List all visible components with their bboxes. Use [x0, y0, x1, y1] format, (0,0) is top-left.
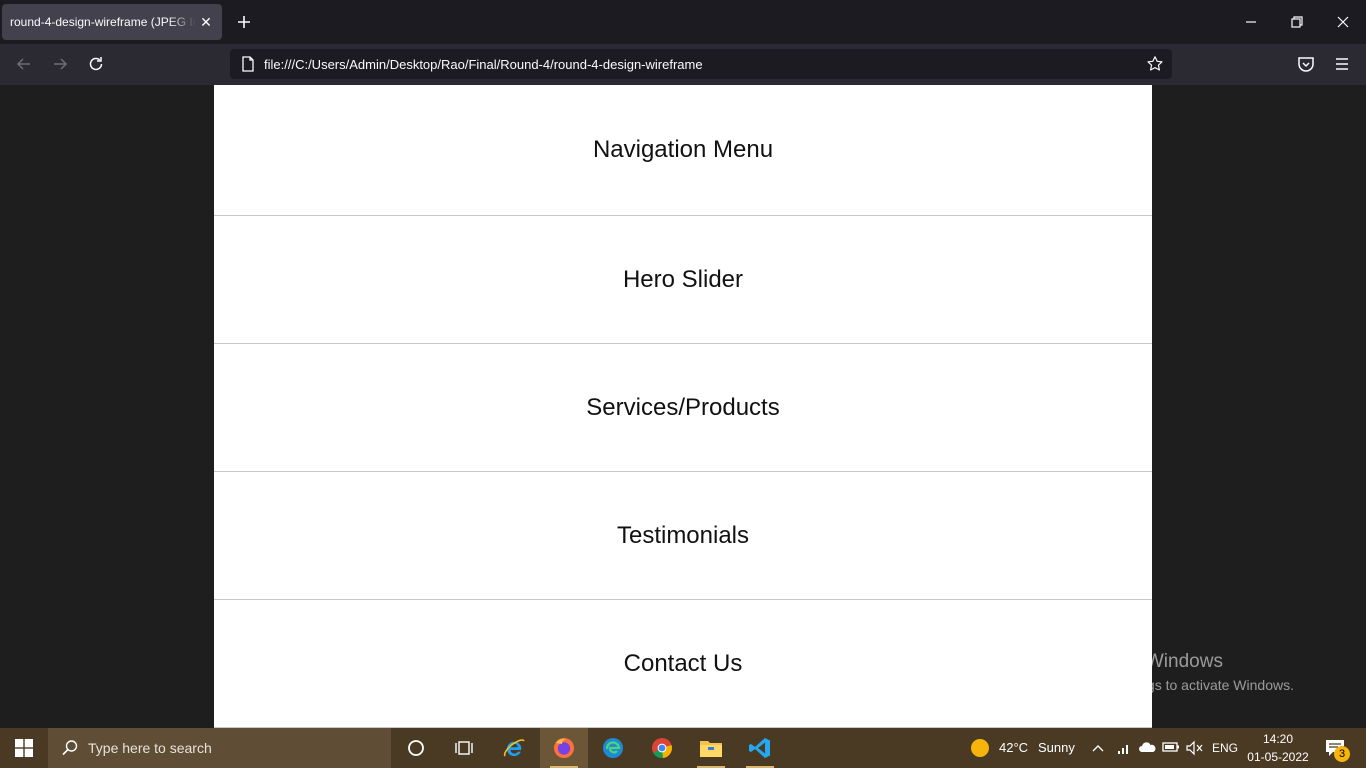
tab-title: round-4-design-wireframe (JPEG Image	[10, 15, 196, 29]
weather-temp: 42°C	[999, 740, 1029, 755]
taskbar-search-box[interactable]: Type here to search	[48, 728, 391, 768]
taskbar: Type here to search 42°C Sunny ENG 14:20…	[0, 728, 1366, 768]
wireframe-section-navigation: Navigation Menu	[214, 85, 1152, 216]
chrome-button[interactable]	[638, 728, 686, 768]
edge-button[interactable]	[589, 728, 637, 768]
file-explorer-icon	[700, 741, 722, 757]
search-icon	[62, 740, 78, 756]
cortana-icon	[408, 740, 424, 756]
internet-explorer-button[interactable]	[490, 728, 538, 768]
language-indicator[interactable]: ENG	[1212, 741, 1238, 755]
address-bar[interactable]: file:///C:/Users/Admin/Desktop/Rao/Final…	[230, 49, 1172, 79]
wireframe-image: Navigation Menu Hero Slider Services/Pro…	[214, 85, 1152, 728]
firefox-button[interactable]	[540, 728, 588, 768]
navigation-toolbar: file:///C:/Users/Admin/Desktop/Rao/Final…	[0, 44, 1366, 85]
wireframe-section-services: Services/Products	[214, 344, 1152, 472]
task-view-button[interactable]	[440, 728, 488, 768]
section-label: Contact Us	[623, 649, 743, 677]
edge-icon	[603, 738, 623, 758]
weather-widget[interactable]: 42°C Sunny	[966, 728, 1082, 768]
cortana-button[interactable]	[392, 728, 440, 768]
reload-icon[interactable]	[86, 54, 106, 74]
network-icon[interactable]	[1116, 740, 1132, 756]
forward-icon[interactable]	[50, 54, 70, 74]
bookmark-star-icon[interactable]	[1146, 55, 1164, 73]
sun-icon	[971, 739, 989, 757]
clock[interactable]: 14:20 01-05-2022	[1244, 730, 1312, 766]
page-viewport: Navigation Menu Hero Slider Services/Pro…	[0, 85, 1366, 728]
internet-explorer-icon	[503, 739, 525, 757]
section-label: Navigation Menu	[592, 136, 774, 163]
windows-icon	[15, 739, 33, 757]
clock-date: 01-05-2022	[1247, 750, 1309, 764]
search-placeholder: Type here to search	[88, 740, 212, 756]
battery-icon[interactable]	[1162, 740, 1180, 754]
section-label: Testimonials	[616, 521, 750, 549]
start-button[interactable]	[0, 728, 48, 768]
wireframe-section-contact: Contact Us	[214, 600, 1152, 728]
chrome-icon	[652, 738, 672, 759]
tab-strip: round-4-design-wireframe (JPEG Image ✕	[0, 0, 1366, 44]
task-view-icon	[455, 741, 473, 755]
url-text: file:///C:/Users/Admin/Desktop/Rao/Final…	[264, 57, 703, 72]
clock-time: 14:20	[1262, 732, 1294, 746]
vscode-icon	[749, 738, 770, 758]
page-icon	[242, 56, 254, 72]
back-icon[interactable]	[14, 54, 34, 74]
section-label: Hero Slider	[622, 265, 744, 293]
firefox-icon	[554, 738, 574, 758]
close-window-icon[interactable]	[1333, 12, 1353, 32]
tab-close-icon[interactable]: ✕	[198, 14, 214, 30]
notification-center-button[interactable]: 3	[1322, 728, 1366, 768]
new-tab-icon[interactable]	[234, 12, 254, 32]
browser-tab[interactable]: round-4-design-wireframe (JPEG Image ✕	[2, 4, 222, 40]
restore-icon[interactable]	[1287, 12, 1307, 32]
notification-badge: 3	[1334, 746, 1350, 762]
wireframe-section-hero: Hero Slider	[214, 216, 1152, 344]
menu-icon[interactable]	[1332, 54, 1352, 74]
minimize-icon[interactable]	[1241, 12, 1261, 32]
wireframe-section-testimonials: Testimonials	[214, 472, 1152, 600]
pocket-icon[interactable]	[1296, 54, 1316, 74]
volume-muted-icon[interactable]	[1186, 740, 1204, 756]
vscode-button[interactable]	[736, 728, 784, 768]
onedrive-icon[interactable]	[1138, 740, 1156, 754]
section-label: Services/Products	[586, 393, 780, 421]
file-explorer-button[interactable]	[687, 728, 735, 768]
chevron-up-icon[interactable]	[1091, 742, 1105, 754]
weather-desc: Sunny	[1038, 740, 1075, 755]
